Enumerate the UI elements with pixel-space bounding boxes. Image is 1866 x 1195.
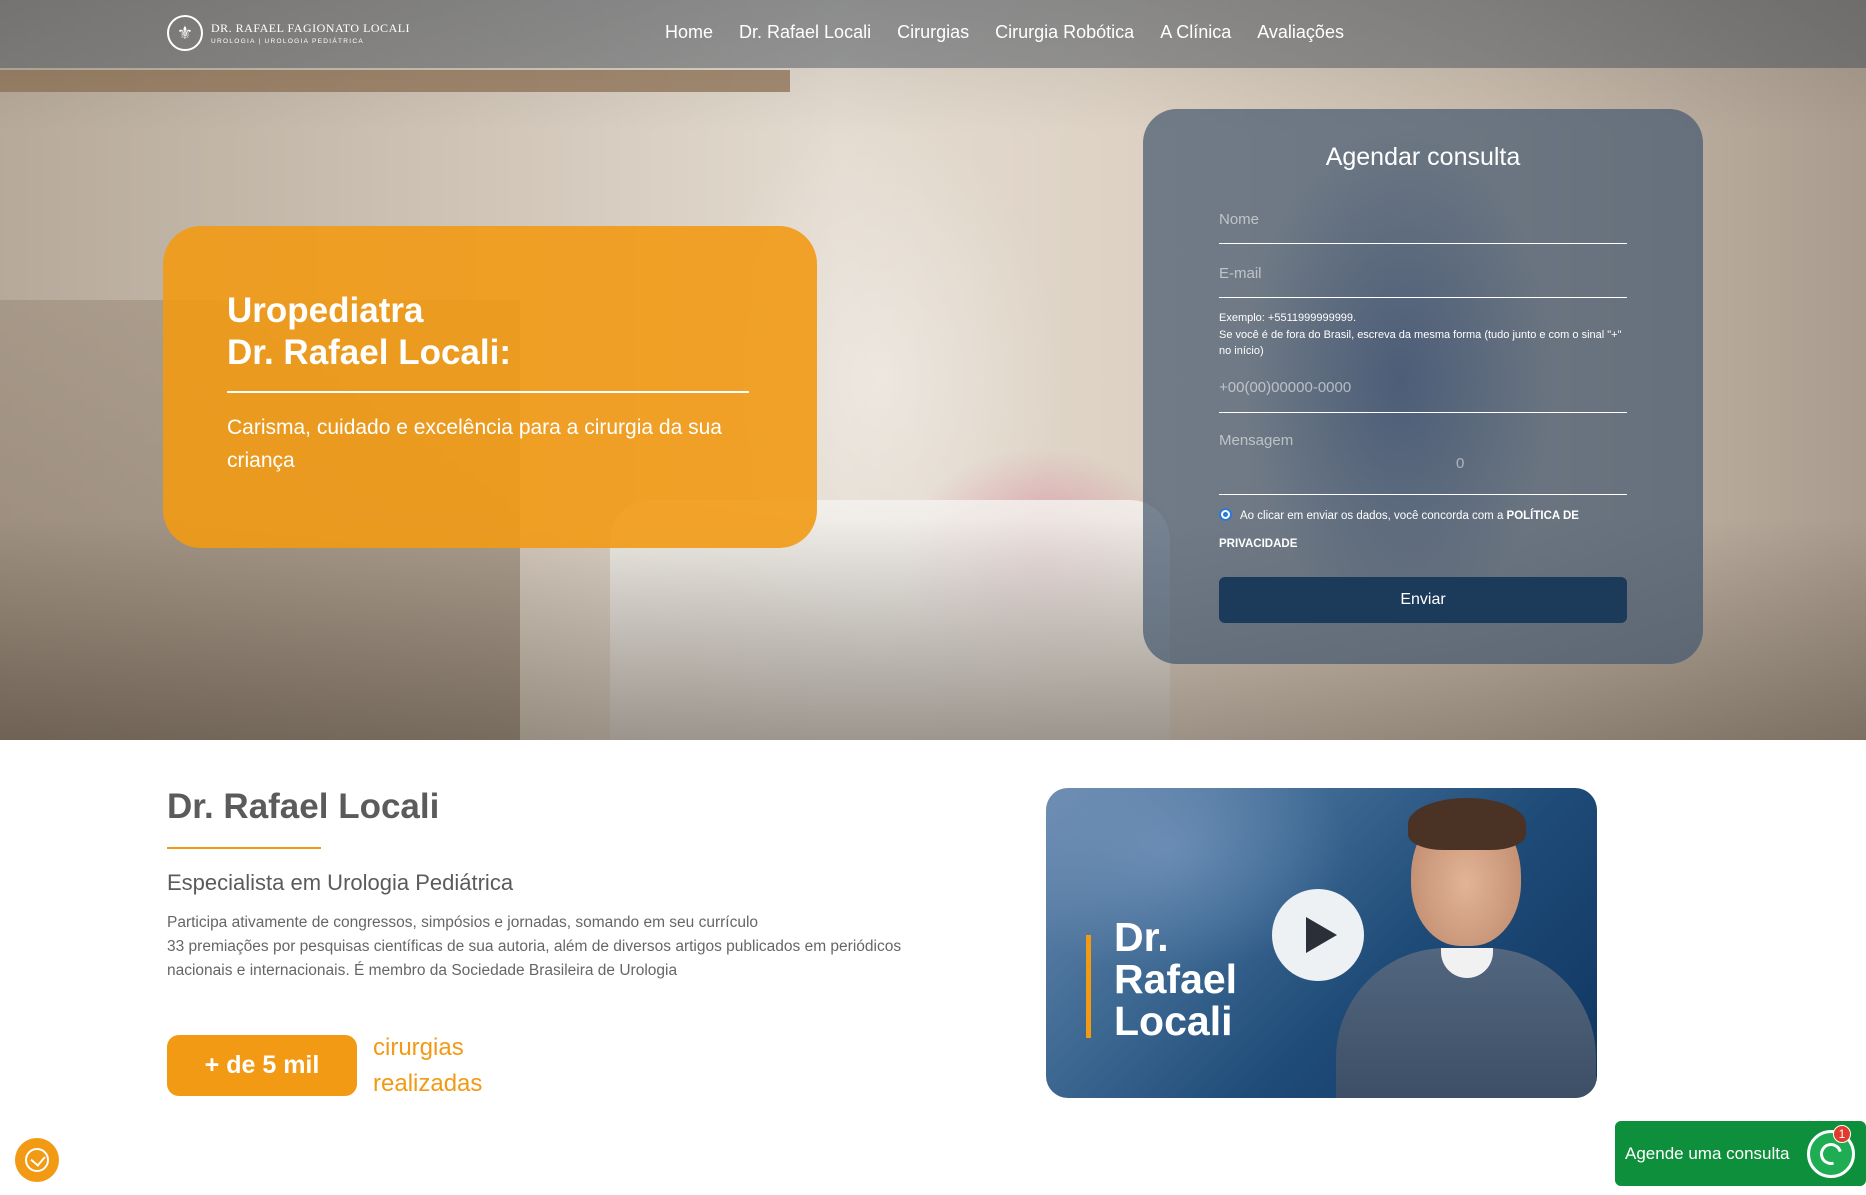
nav-avaliacoes[interactable]: Avaliações [1257, 22, 1344, 43]
logo-name: DR. RAFAEL FAGIONATO LOCALI [211, 21, 411, 35]
fleur-de-lis-icon: ⚜ [167, 15, 203, 51]
hero-title-line2: Dr. Rafael Locali: [227, 333, 511, 372]
video-title: Dr. Rafael Locali [1114, 916, 1237, 1042]
phone-hint-instructions: Se você é de fora do Brasil, escreva da … [1219, 328, 1622, 358]
nav-a-clinica[interactable]: A Clínica [1160, 22, 1231, 43]
hero-divider [227, 391, 749, 393]
play-icon[interactable] [1272, 889, 1364, 981]
phone-hint-example: Exemplo: +5511999999999. [1219, 312, 1357, 324]
name-input[interactable] [1219, 211, 1627, 228]
hero-headline-card: Uropediatra Dr. Rafael Locali: Carisma, … [163, 226, 817, 548]
nav-cirurgia-robotica[interactable]: Cirurgia Robótica [995, 22, 1134, 43]
privacy-consent: Ao clicar em enviar os dados, você conco… [1219, 502, 1627, 558]
hero-title: Uropediatra Dr. Rafael Locali: [227, 290, 753, 374]
about-description-line1: Participa ativamente de congressos, simp… [167, 914, 759, 931]
nav-home[interactable]: Home [665, 22, 713, 43]
hero-title-line1: Uropediatra [227, 291, 424, 330]
hero-photo-shelf [0, 70, 790, 92]
submit-button[interactable]: Enviar [1219, 577, 1627, 623]
message-textarea[interactable] [1219, 432, 1627, 490]
video-accent-bar [1086, 935, 1091, 1038]
main-nav: Home Dr. Rafael Locali Cirurgias Cirurgi… [665, 22, 1344, 43]
site-logo[interactable]: ⚜ DR. RAFAEL FAGIONATO LOCALI UROLOGIA |… [167, 15, 410, 51]
name-field-wrapper [1219, 211, 1627, 244]
nav-dr-rafael-locali[interactable]: Dr. Rafael Locali [739, 22, 871, 43]
cookie-settings-icon[interactable] [15, 1138, 59, 1182]
whatsapp-cta-label: Agende uma consulta [1625, 1143, 1790, 1163]
about-subtitle: Especialista em Urologia Pediátrica [167, 870, 514, 895]
phone-field-wrapper [1219, 379, 1627, 413]
whatsapp-cta-button[interactable]: Agende uma consulta 1 [1615, 1121, 1866, 1186]
email-input[interactable] [1219, 265, 1627, 282]
about-title: Dr. Rafael Locali [167, 787, 440, 826]
phone-input[interactable] [1219, 379, 1627, 396]
about-description: Participa ativamente de congressos, simp… [167, 911, 927, 983]
form-title: Agendar consulta [1325, 143, 1521, 171]
surgeries-stat-label: cirurgias realizadas [373, 1034, 483, 1097]
phone-hint: Exemplo: +5511999999999. Se você é de fo… [1219, 310, 1627, 360]
video-title-line3: Locali [1114, 998, 1233, 1044]
consent-radio[interactable] [1219, 508, 1232, 521]
message-char-counter: 0 [1456, 455, 1465, 472]
about-title-underline [167, 847, 321, 849]
intro-video-thumbnail[interactable]: Dr. Rafael Locali [1046, 788, 1597, 1098]
logo-subtitle: UROLOGIA | UROLOGIA PEDIÁTRICA [211, 38, 365, 45]
message-field-wrapper [1219, 432, 1627, 495]
surgeries-stat-badge: + de 5 mil [167, 1035, 357, 1096]
video-title-line1: Dr. [1114, 914, 1169, 960]
email-field-wrapper [1219, 265, 1627, 298]
consent-text: Ao clicar em enviar os dados, você conco… [1240, 510, 1507, 522]
nav-cirurgias[interactable]: Cirurgias [897, 22, 969, 43]
video-title-line2: Rafael [1114, 956, 1238, 1002]
hero-subtitle: Carisma, cuidado e excelência para a cir… [227, 416, 722, 472]
notification-badge: 1 [1833, 1125, 1851, 1143]
appointment-form: Agendar consulta Exemplo: +5511999999999… [1143, 109, 1703, 664]
about-description-line2: 33 premiações por pesquisas científicas … [167, 938, 902, 979]
